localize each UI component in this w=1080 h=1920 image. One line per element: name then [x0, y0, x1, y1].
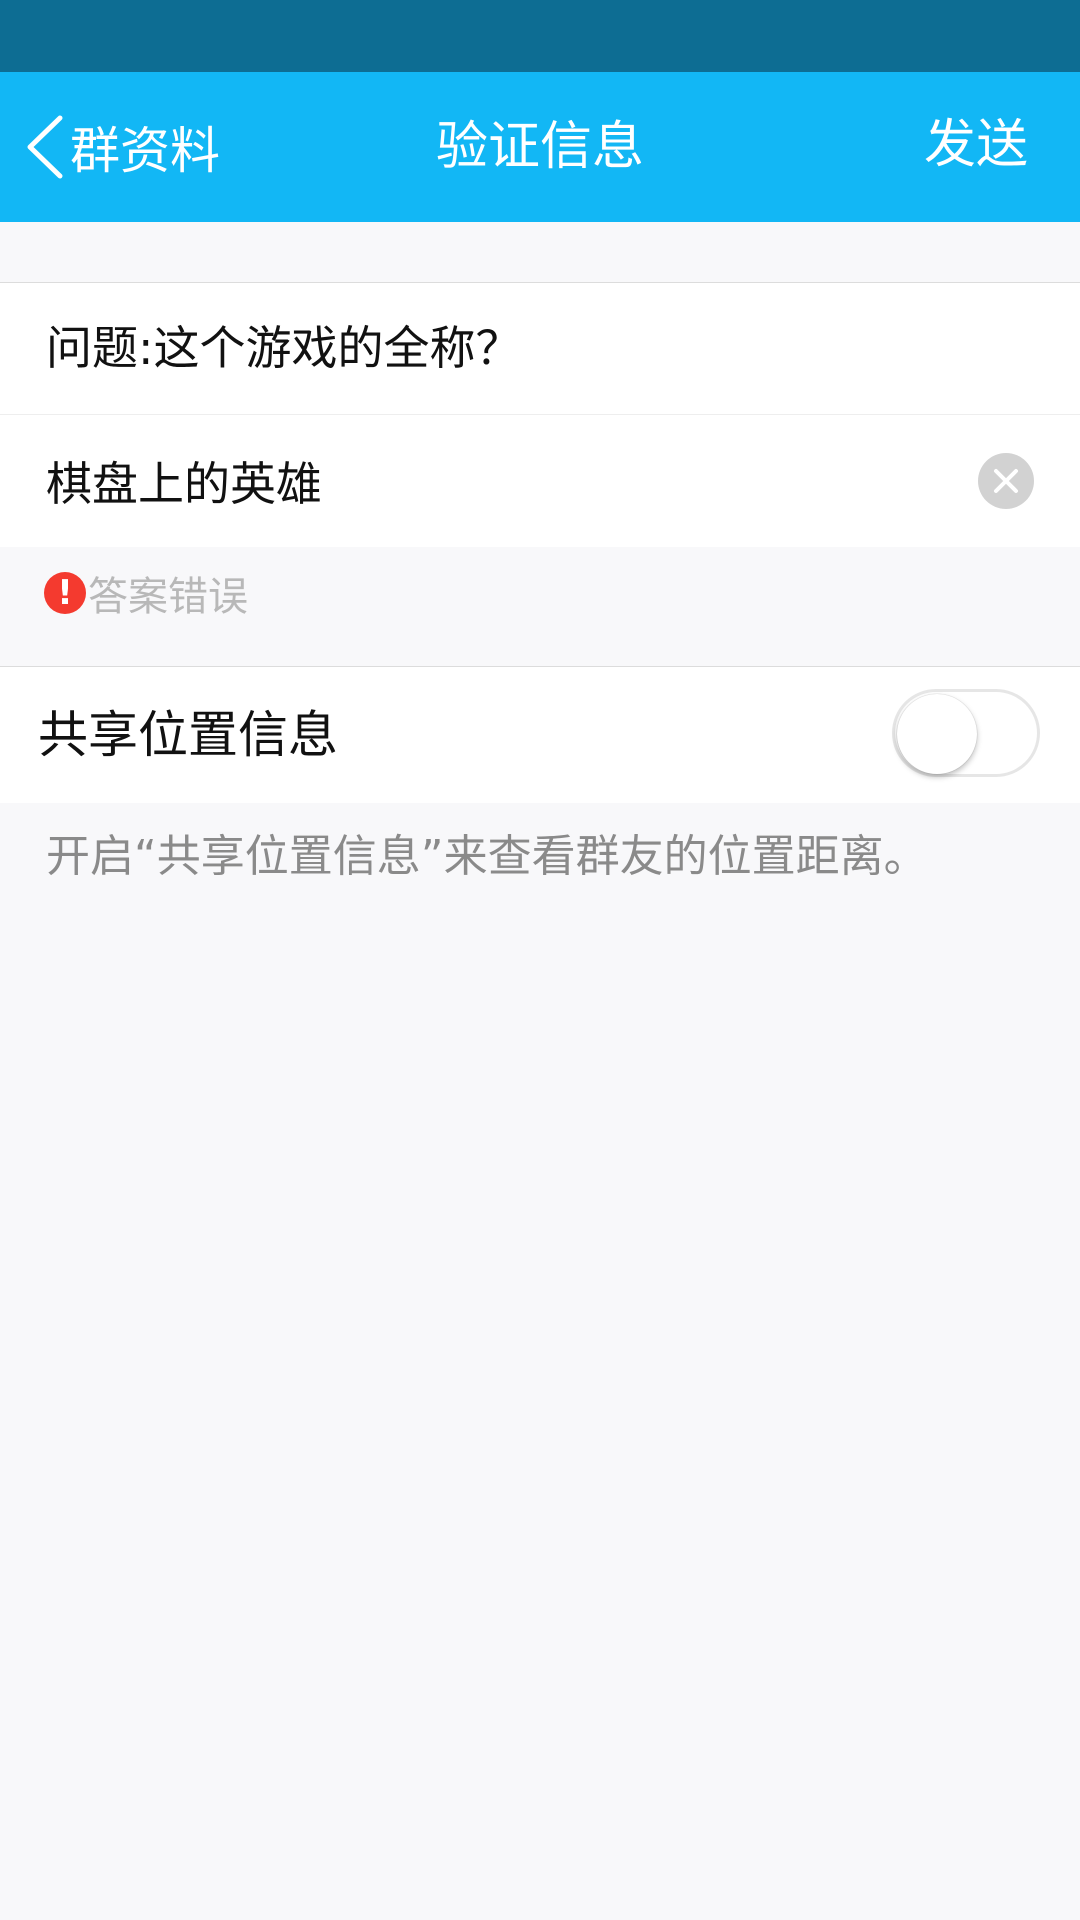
status-bar	[0, 0, 1080, 72]
nav-bar: 群资料 验证信息 发送	[0, 72, 1080, 222]
share-location-hint: 开启“共享位置信息”来查看群友的位置距离。	[46, 831, 928, 882]
chevron-left-icon	[22, 112, 68, 182]
back-button[interactable]: 群资料	[22, 72, 220, 222]
clear-icon	[978, 453, 1034, 509]
question-text: 问题:这个游戏的全称？	[46, 321, 522, 375]
error-message: ! 答案错误	[44, 568, 248, 620]
back-label: 群资料	[70, 122, 220, 180]
verification-form: 问题:这个游戏的全称？	[0, 282, 1080, 547]
share-location-label: 共享位置信息	[38, 706, 338, 764]
toggle-knob	[897, 694, 977, 774]
question-row: 问题:这个游戏的全称？	[0, 283, 1080, 415]
share-location-row: 共享位置信息	[0, 666, 1080, 803]
error-text: 答案错误	[88, 574, 248, 620]
exclamation-icon: !	[44, 572, 86, 614]
clear-button[interactable]	[978, 453, 1034, 509]
share-location-toggle[interactable]	[892, 689, 1040, 777]
send-button[interactable]: 发送	[924, 72, 1028, 222]
answer-row	[0, 415, 1080, 547]
answer-input[interactable]	[40, 435, 952, 527]
